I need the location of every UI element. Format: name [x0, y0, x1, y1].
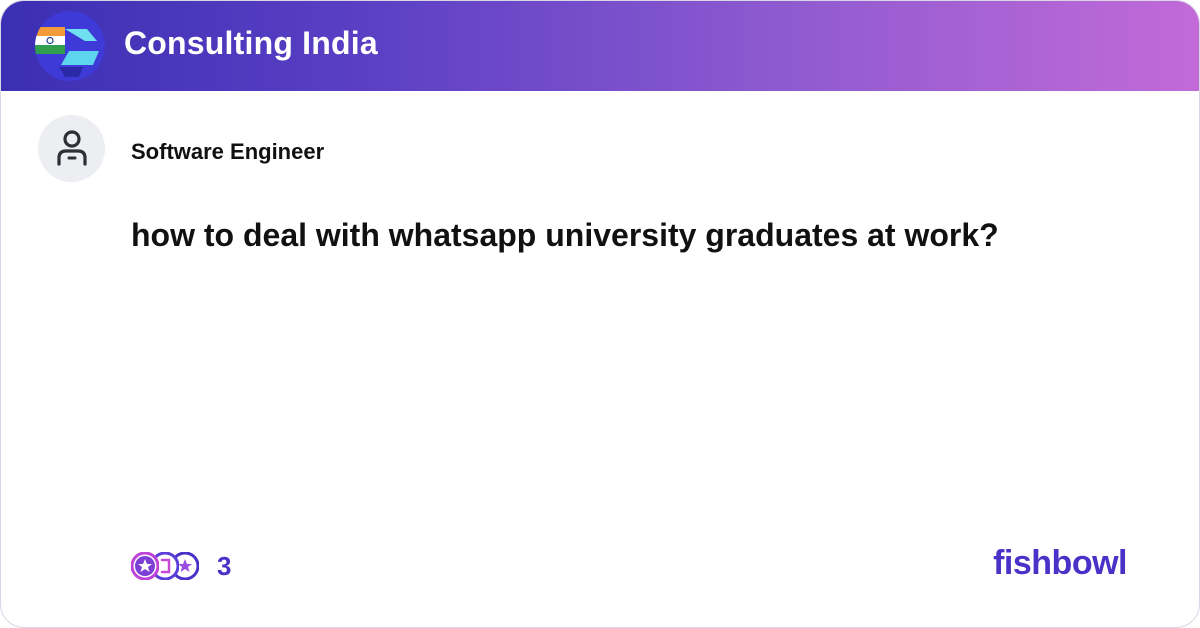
bowl-header: Consulting India	[1, 1, 1199, 91]
star-reaction-icon	[131, 552, 159, 580]
reaction-count: 3	[217, 550, 232, 581]
reactions-summary[interactable]: 3	[131, 550, 231, 582]
bowl-logo-icon[interactable]	[35, 11, 105, 81]
post-title[interactable]: how to deal with whatsapp university gra…	[131, 217, 999, 254]
post-card[interactable]: Consulting India Software Engineer how t…	[0, 0, 1200, 628]
author-role: Software Engineer	[131, 139, 325, 164]
bowl-name[interactable]: Consulting India	[124, 25, 378, 62]
fishbowl-brand-logo[interactable]: fishbowl	[993, 544, 1127, 583]
user-avatar-icon	[38, 115, 105, 182]
